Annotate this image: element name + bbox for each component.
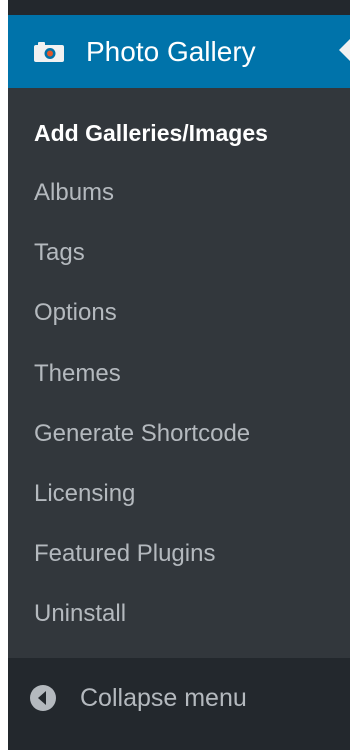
collapse-arrow-icon [30, 685, 56, 711]
submenu-item-featured-plugins[interactable]: Featured Plugins [34, 539, 215, 569]
submenu-item-generate-shortcode[interactable]: Generate Shortcode [34, 419, 250, 449]
admin-sidebar-menu: Photo Gallery Add Galleries/Images Album… [8, 0, 350, 750]
menu-item-label: Photo Gallery [86, 36, 256, 67]
submenu-item-uninstall[interactable]: Uninstall [34, 599, 126, 629]
menu-item-photo-gallery[interactable]: Photo Gallery [8, 15, 350, 88]
menu-top-strip [8, 0, 350, 15]
submenu-item-themes[interactable]: Themes [34, 359, 121, 389]
submenu-item-albums[interactable]: Albums [34, 178, 114, 208]
collapse-menu-label: Collapse menu [80, 684, 247, 712]
submenu-item-tags[interactable]: Tags [34, 238, 85, 268]
submenu: Add Galleries/Images Albums Tags Options… [8, 88, 350, 658]
camera-icon [34, 42, 64, 62]
submenu-item-licensing[interactable]: Licensing [34, 479, 135, 509]
collapse-menu-button[interactable]: Collapse menu [8, 658, 350, 740]
submenu-item-options[interactable]: Options [34, 298, 117, 328]
current-menu-arrow [339, 39, 350, 61]
submenu-item-add-galleries-images[interactable]: Add Galleries/Images [34, 118, 268, 148]
